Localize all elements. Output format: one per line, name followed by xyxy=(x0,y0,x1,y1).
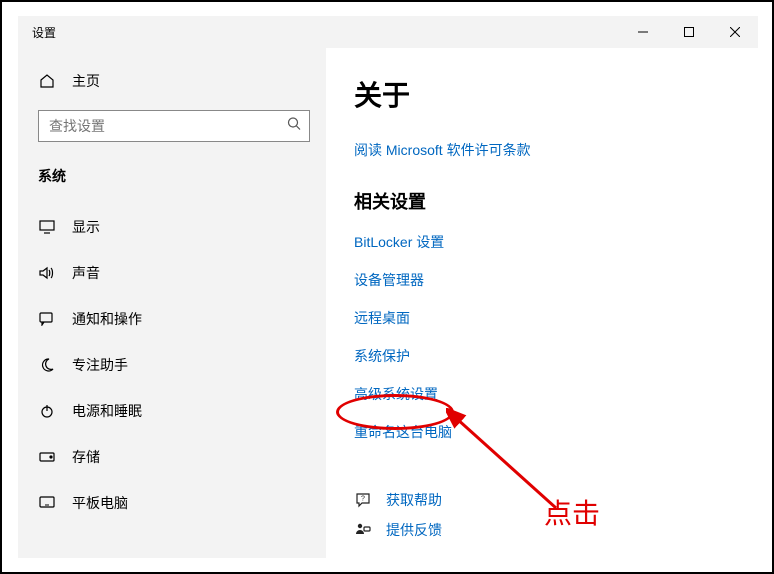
sidebar-item-tablet[interactable]: 平板电脑 xyxy=(18,480,326,526)
sidebar-item-display[interactable]: 显示 xyxy=(18,204,326,250)
sound-icon xyxy=(38,264,56,282)
close-button[interactable] xyxy=(712,16,758,48)
advanced-system-settings-link[interactable]: 高级系统设置 xyxy=(354,384,758,404)
focus-assist-icon xyxy=(38,356,56,374)
power-icon xyxy=(38,402,56,420)
sidebar-item-label: 专注助手 xyxy=(72,355,128,375)
display-icon xyxy=(38,218,56,236)
settings-window: 设置 主页 xyxy=(18,16,758,558)
search-input-wrapper[interactable] xyxy=(38,110,310,142)
home-nav[interactable]: 主页 xyxy=(18,58,326,104)
sidebar-item-storage[interactable]: 存储 xyxy=(18,434,326,480)
device-manager-link[interactable]: 设备管理器 xyxy=(354,270,758,290)
titlebar: 设置 xyxy=(18,16,758,48)
bitlocker-link[interactable]: BitLocker 设置 xyxy=(354,232,758,252)
related-settings-title: 相关设置 xyxy=(354,188,758,214)
search-input[interactable] xyxy=(39,111,309,141)
sidebar-item-label: 显示 xyxy=(72,217,100,237)
get-help-icon: ? xyxy=(354,491,372,509)
category-title: 系统 xyxy=(18,156,326,204)
sidebar-item-notifications[interactable]: 通知和操作 xyxy=(18,296,326,342)
notification-icon xyxy=(38,310,56,328)
sidebar-item-power[interactable]: 电源和睡眠 xyxy=(18,388,326,434)
sidebar-item-label: 声音 xyxy=(72,263,100,283)
sidebar-item-sound[interactable]: 声音 xyxy=(18,250,326,296)
system-protection-link[interactable]: 系统保护 xyxy=(354,346,758,366)
window-title: 设置 xyxy=(18,24,56,41)
license-link[interactable]: 阅读 Microsoft 软件许可条款 xyxy=(354,140,758,160)
feedback-label: 提供反馈 xyxy=(386,520,442,540)
home-icon xyxy=(38,72,56,90)
feedback-icon xyxy=(354,521,372,539)
sidebar-item-label: 存储 xyxy=(72,447,100,467)
minimize-icon xyxy=(638,27,648,37)
rename-pc-link[interactable]: 重命名这台电脑 xyxy=(354,422,758,442)
remote-desktop-link[interactable]: 远程桌面 xyxy=(354,308,758,328)
sidebar-item-label: 通知和操作 xyxy=(72,309,142,329)
sidebar-item-label: 电源和睡眠 xyxy=(72,401,142,421)
tablet-icon xyxy=(38,494,56,512)
storage-icon xyxy=(38,448,56,466)
feedback-link[interactable]: 提供反馈 xyxy=(354,520,758,540)
maximize-button[interactable] xyxy=(666,16,712,48)
sidebar: 主页 系统 显示 声音 xyxy=(18,48,326,558)
sidebar-item-label: 平板电脑 xyxy=(72,493,128,513)
minimize-button[interactable] xyxy=(620,16,666,48)
get-help-link[interactable]: ? 获取帮助 xyxy=(354,490,758,510)
sidebar-item-focus-assist[interactable]: 专注助手 xyxy=(18,342,326,388)
get-help-label: 获取帮助 xyxy=(386,490,442,510)
search-icon xyxy=(287,117,301,136)
main-panel: 关于 阅读 Microsoft 软件许可条款 相关设置 BitLocker 设置… xyxy=(326,48,758,558)
home-label: 主页 xyxy=(72,71,100,91)
maximize-icon xyxy=(684,27,694,37)
close-icon xyxy=(730,27,740,37)
page-title: 关于 xyxy=(354,74,758,114)
svg-text:?: ? xyxy=(361,496,365,503)
